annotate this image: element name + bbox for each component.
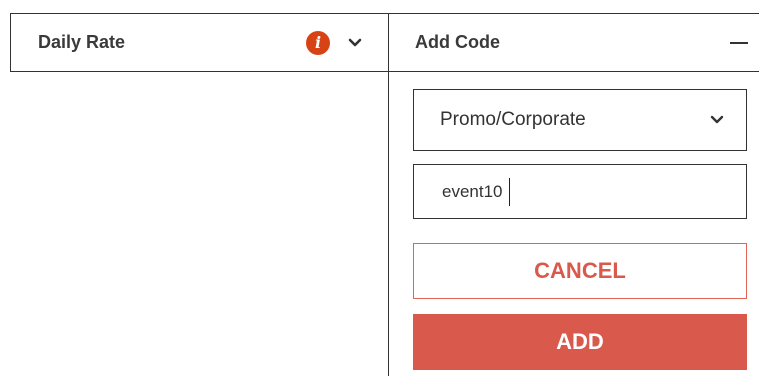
add-code-header[interactable]: Add Code bbox=[389, 13, 759, 72]
page: Daily Rate i Add Code Promo/Corporate ev… bbox=[0, 0, 759, 376]
chevron-down-icon[interactable] bbox=[348, 36, 362, 50]
text-caret bbox=[508, 177, 510, 206]
cancel-button[interactable]: CANCEL bbox=[413, 243, 747, 299]
add-code-label: Add Code bbox=[415, 32, 500, 52]
chevron-down-icon bbox=[710, 113, 724, 127]
code-type-value: Promo/Corporate bbox=[440, 109, 586, 130]
minus-icon[interactable] bbox=[729, 33, 749, 53]
daily-rate-accordion[interactable]: Daily Rate i bbox=[10, 13, 389, 72]
code-type-select[interactable]: Promo/Corporate bbox=[413, 89, 747, 151]
daily-rate-label: Daily Rate bbox=[38, 32, 126, 52]
promo-code-value: event10 bbox=[442, 181, 503, 201]
promo-code-input[interactable]: event10 bbox=[413, 164, 747, 219]
info-icon[interactable]: i bbox=[306, 30, 330, 55]
add-button[interactable]: ADD bbox=[413, 314, 747, 370]
